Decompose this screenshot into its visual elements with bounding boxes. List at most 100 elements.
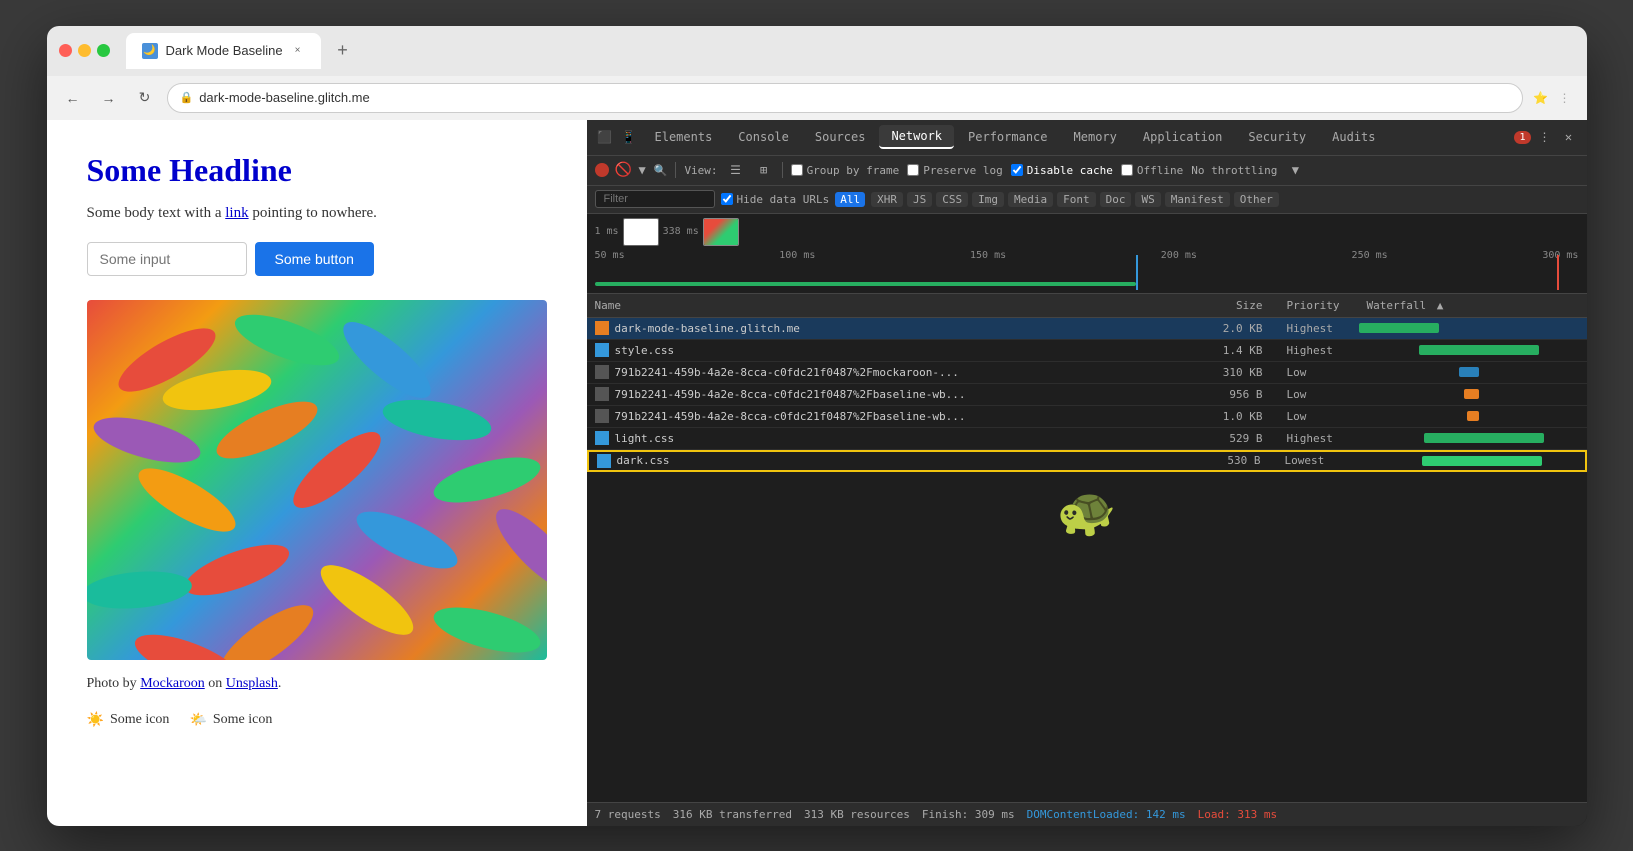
table-row-dark-css[interactable]: dark.css 530 B Lowest <box>587 450 1587 472</box>
tab-memory[interactable]: Memory <box>1062 126 1129 148</box>
tab-sources[interactable]: Sources <box>803 126 878 148</box>
table-row[interactable]: light.css 529 B Highest <box>587 428 1587 450</box>
row-size: 1.0 KB <box>1199 410 1279 423</box>
mockaroon-link[interactable]: Mockaroon <box>140 676 205 691</box>
filter-img[interactable]: Img <box>972 192 1004 207</box>
row-waterfall <box>1357 452 1577 470</box>
forward-button[interactable]: → <box>95 84 123 112</box>
maximize-button[interactable] <box>97 44 110 57</box>
col-header-priority[interactable]: Priority <box>1279 299 1359 312</box>
clear-button[interactable]: 🚫 <box>617 163 631 177</box>
filter-icon[interactable]: ▼ <box>639 163 646 177</box>
row-waterfall <box>1359 406 1579 427</box>
view-grid-icon[interactable]: ⊞ <box>754 160 774 180</box>
turtle-area: 🐢 <box>587 472 1587 552</box>
filter-media[interactable]: Media <box>1008 192 1053 207</box>
tab-favicon: 🌙 <box>142 43 158 59</box>
page-link[interactable]: link <box>225 205 248 221</box>
filter-doc[interactable]: Doc <box>1100 192 1132 207</box>
tab-elements[interactable]: Elements <box>643 126 725 148</box>
col-header-waterfall[interactable]: Waterfall ▲ <box>1359 299 1579 312</box>
col-header-name[interactable]: Name <box>595 299 1199 312</box>
refresh-button[interactable]: ↻ <box>131 84 159 112</box>
row-size: 529 B <box>1199 432 1279 445</box>
device-icon[interactable]: 📱 <box>619 127 639 147</box>
close-devtools-icon[interactable]: ✕ <box>1559 127 1579 147</box>
hide-data-urls-checkbox[interactable]: Hide data URLs <box>721 193 830 206</box>
filter-manifest[interactable]: Manifest <box>1165 192 1230 207</box>
table-row[interactable]: 791b2241-459b-4a2e-8cca-c0fdc21f0487%2Fb… <box>587 406 1587 428</box>
timeline-ruler: 50 ms 100 ms 150 ms 200 ms 250 ms 300 ms <box>595 250 1579 265</box>
some-input[interactable] <box>87 242 247 276</box>
back-button[interactable]: ← <box>59 84 87 112</box>
tab-console[interactable]: Console <box>726 126 801 148</box>
offline-checkbox[interactable]: Offline <box>1121 164 1183 177</box>
filter-ws[interactable]: WS <box>1135 192 1160 207</box>
load-time: Load: 313 ms <box>1198 808 1277 821</box>
row-size: 1.4 KB <box>1199 344 1279 357</box>
search-icon[interactable]: 🔍 <box>654 164 668 177</box>
row-icon-file2 <box>595 409 609 423</box>
tab-application[interactable]: Application <box>1131 126 1234 148</box>
some-button[interactable]: Some button <box>255 242 374 276</box>
row-size: 956 B <box>1199 388 1279 401</box>
table-header: Name Size Priority Waterfall ▲ <box>587 294 1587 318</box>
unsplash-link[interactable]: Unsplash <box>226 676 278 691</box>
row-priority: Highest <box>1279 432 1359 445</box>
row-priority: Low <box>1279 410 1359 423</box>
title-bar: 🌙 Dark Mode Baseline × + <box>47 26 1587 76</box>
filter-js[interactable]: JS <box>907 192 932 207</box>
row-name: dark.css <box>617 454 1197 467</box>
filter-other[interactable]: Other <box>1234 192 1279 207</box>
browser-tab[interactable]: 🌙 Dark Mode Baseline × <box>126 33 321 69</box>
row-icon-file <box>595 387 609 401</box>
timeline-thumb-candy <box>703 218 739 246</box>
waterfall-bar <box>1464 389 1479 399</box>
nav-bar: ← → ↻ 🔒 dark-mode-baseline.glitch.me ⭐ ⋮ <box>47 76 1587 120</box>
bookmark-icon[interactable]: ⭐ <box>1531 88 1551 108</box>
new-tab-button[interactable]: + <box>329 37 357 65</box>
group-by-frame-checkbox[interactable]: Group by frame <box>791 164 900 177</box>
all-filter-tag[interactable]: All <box>835 192 865 207</box>
address-bar[interactable]: 🔒 dark-mode-baseline.glitch.me <box>167 83 1523 113</box>
filter-xhr[interactable]: XHR <box>871 192 903 207</box>
icon-row: ☀️ Some icon 🌤️ Some icon <box>87 712 547 729</box>
timeline-338ms-label: 338 ms <box>663 226 699 237</box>
inspect-icon[interactable]: ⬛ <box>595 127 615 147</box>
toolbar-divider-1 <box>675 162 676 178</box>
record-button[interactable] <box>595 163 609 177</box>
table-row[interactable]: style.css 1.4 KB Highest <box>587 340 1587 362</box>
tab-security[interactable]: Security <box>1236 126 1318 148</box>
minimize-button[interactable] <box>78 44 91 57</box>
table-row[interactable]: dark-mode-baseline.glitch.me 2.0 KB High… <box>587 318 1587 340</box>
row-name: style.css <box>615 344 1199 357</box>
filter-css[interactable]: CSS <box>936 192 968 207</box>
tab-audits[interactable]: Audits <box>1320 126 1387 148</box>
row-priority: Highest <box>1279 322 1359 335</box>
table-row[interactable]: 791b2241-459b-4a2e-8cca-c0fdc21f0487%2Fm… <box>587 362 1587 384</box>
view-label: View: <box>684 164 717 177</box>
filter-input[interactable] <box>595 190 715 208</box>
filter-bar: Hide data URLs All XHR JS CSS Img Media … <box>587 186 1587 214</box>
tab-close-button[interactable]: × <box>291 44 305 58</box>
more-tools-icon[interactable]: ⋮ <box>1535 127 1555 147</box>
row-icon-html <box>595 321 609 335</box>
waterfall-bar <box>1359 323 1439 333</box>
col-header-size[interactable]: Size <box>1199 299 1279 312</box>
menu-icon[interactable]: ⋮ <box>1555 88 1575 108</box>
preserve-log-checkbox[interactable]: Preserve log <box>907 164 1002 177</box>
throttling-dropdown-icon[interactable]: ▼ <box>1285 160 1305 180</box>
table-row[interactable]: 791b2241-459b-4a2e-8cca-c0fdc21f0487%2Fb… <box>587 384 1587 406</box>
row-name: 791b2241-459b-4a2e-8cca-c0fdc21f0487%2Fm… <box>615 366 1199 379</box>
devtools-panel: ⬛ 📱 Elements Console Sources Network Per… <box>587 120 1587 826</box>
timeline-ruler-container: 50 ms 100 ms 150 ms 200 ms 250 ms 300 ms <box>595 250 1579 290</box>
tab-performance[interactable]: Performance <box>956 126 1059 148</box>
view-list-icon[interactable]: ☰ <box>726 160 746 180</box>
turtle-icon: 🐢 <box>1057 483 1117 540</box>
close-button[interactable] <box>59 44 72 57</box>
network-toolbar: 🚫 ▼ 🔍 View: ☰ ⊞ Group by frame Preserve … <box>587 156 1587 186</box>
filter-font[interactable]: Font <box>1057 192 1096 207</box>
tab-network[interactable]: Network <box>879 125 954 149</box>
disable-cache-checkbox[interactable]: Disable cache <box>1011 164 1113 177</box>
error-badge: 1 <box>1514 131 1530 144</box>
